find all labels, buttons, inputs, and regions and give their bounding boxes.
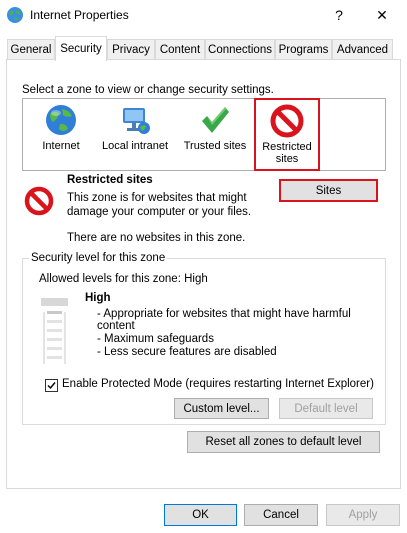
- close-icon: ✕: [376, 6, 388, 23]
- custom-level-button[interactable]: Custom level...: [174, 398, 269, 419]
- tab-content[interactable]: Content: [155, 39, 205, 60]
- reset-all-zones-button[interactable]: Reset all zones to default level: [187, 431, 380, 453]
- title-bar: Internet Properties ? ✕: [0, 0, 407, 32]
- ok-button[interactable]: OK: [164, 504, 237, 526]
- tab-strip: General Security Privacy Content Connect…: [0, 36, 407, 61]
- cancel-button[interactable]: Cancel: [244, 504, 318, 526]
- tab-security[interactable]: Security: [55, 36, 107, 61]
- tab-connections[interactable]: Connections: [205, 39, 275, 60]
- tab-privacy[interactable]: Privacy: [107, 39, 155, 60]
- tab-programs[interactable]: Programs: [275, 39, 332, 60]
- help-icon: ?: [335, 7, 343, 23]
- internet-properties-icon: [7, 7, 23, 23]
- default-level-button[interactable]: Default level: [279, 398, 373, 419]
- tab-advanced[interactable]: Advanced: [332, 39, 393, 60]
- window-title: Internet Properties: [30, 8, 129, 22]
- help-button[interactable]: ?: [319, 0, 359, 30]
- security-panel: [6, 59, 401, 489]
- dialog-footer: OK Cancel Apply: [0, 494, 407, 533]
- tab-general[interactable]: General: [7, 39, 55, 60]
- apply-button[interactable]: Apply: [326, 504, 400, 526]
- sites-button[interactable]: Sites: [279, 179, 378, 202]
- close-button[interactable]: ✕: [362, 0, 402, 30]
